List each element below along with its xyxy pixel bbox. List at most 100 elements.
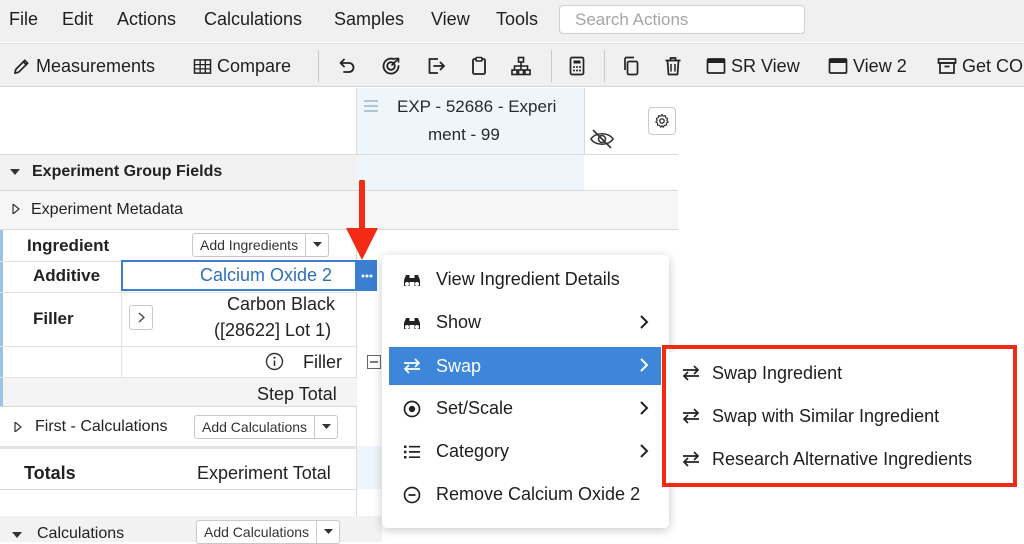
calculations-label: Calculations <box>37 525 125 542</box>
measurements-label: Measurements <box>36 55 156 76</box>
search-input[interactable] <box>560 6 804 33</box>
expand-filler-button[interactable] <box>129 305 153 330</box>
clipboard-icon[interactable] <box>468 55 490 77</box>
add-calculations-dropdown-2[interactable] <box>317 521 339 543</box>
swap-submenu: Swap Ingredient Swap with Similar Ingred… <box>668 352 1011 482</box>
add-calculations-split-button-2: Add Calculations <box>196 520 341 544</box>
drag-handle-icon[interactable] <box>364 99 378 112</box>
add-ingredients-split-button: Add Ingredients <box>192 233 330 257</box>
ingredient-label: Ingredient <box>27 236 110 255</box>
menu-file[interactable]: File <box>9 9 38 30</box>
table-icon <box>193 58 212 74</box>
totals-label: Totals <box>24 463 76 483</box>
row-divider <box>0 489 357 490</box>
chevron-right-icon <box>640 315 649 329</box>
context-menu: View Ingredient Details Show Swap Set/Sc… <box>382 255 669 528</box>
menu-bar: File Edit Actions Calculations Samples V… <box>0 0 1024 42</box>
calculator-icon[interactable] <box>566 55 588 77</box>
experiment-metadata-label: Experiment Metadata <box>31 201 184 218</box>
additive-label: Additive <box>33 266 101 285</box>
chevron-right-icon <box>138 312 145 323</box>
info-icon[interactable] <box>265 352 284 371</box>
pencil-icon <box>13 58 29 74</box>
submenu-item-research-alternatives[interactable]: Research Alternative Ingredients <box>682 444 972 474</box>
filler-value-line1: Carbon Black <box>227 294 336 314</box>
menu-edit[interactable]: Edit <box>62 9 93 30</box>
search-box <box>559 5 805 34</box>
row-divider <box>0 292 357 293</box>
menu-actions[interactable]: Actions <box>117 9 176 30</box>
sr-view-button[interactable]: SR View <box>706 53 800 79</box>
menu-view[interactable]: View <box>431 9 470 30</box>
totals-cell <box>357 446 381 489</box>
totals-divider <box>0 446 357 449</box>
measurements-button[interactable]: Measurements <box>12 53 155 79</box>
menu-item-remove[interactable]: Remove Calcium Oxide 2 <box>389 476 661 513</box>
export-icon[interactable] <box>425 55 447 77</box>
window-icon <box>706 58 726 74</box>
archive-icon <box>937 58 957 74</box>
add-ingredients-button[interactable]: Add Ingredients <box>193 234 307 256</box>
window-icon <box>828 58 848 74</box>
column-divider <box>584 88 585 154</box>
menu-tools[interactable]: Tools <box>496 9 538 30</box>
submenu-item-swap-similar[interactable]: Swap with Similar Ingredient <box>682 401 939 431</box>
caret-down-icon[interactable] <box>10 168 20 176</box>
compare-label: Compare <box>217 55 292 76</box>
ellipsis-icon <box>361 274 372 277</box>
menu-item-show[interactable]: Show <box>389 304 661 341</box>
get-co-label: Get CO <box>962 55 1024 76</box>
compare-button[interactable]: Compare <box>193 53 291 79</box>
cell-actions-button[interactable] <box>356 260 377 291</box>
row-divider <box>0 229 678 230</box>
caret-down-icon <box>312 242 322 247</box>
caret-right-icon[interactable] <box>12 204 20 214</box>
view2-button[interactable]: View 2 <box>828 53 907 79</box>
toolbar-divider <box>604 50 605 82</box>
add-calculations-dropdown[interactable] <box>315 416 337 438</box>
group-row-cell <box>357 155 584 190</box>
hierarchy-icon[interactable] <box>510 55 532 77</box>
menu-samples[interactable]: Samples <box>334 9 404 30</box>
caret-down-icon <box>323 529 333 534</box>
target-refresh-icon[interactable] <box>380 55 402 77</box>
get-co-button[interactable]: Get CO <box>937 53 1023 79</box>
submenu-item-swap-ingredient[interactable]: Swap Ingredient <box>682 358 842 388</box>
swap-icon <box>682 408 700 424</box>
filler-type-label: Filler <box>303 352 342 372</box>
row-divider <box>0 346 357 347</box>
experiment-group-fields-label: Experiment Group Fields <box>32 163 223 180</box>
collapse-icon[interactable] <box>367 355 381 369</box>
toolbar: Measurements Compare SR View View 2 Get … <box>0 43 1024 87</box>
experiment-total-label: Experiment Total <box>197 463 331 483</box>
caret-down-icon[interactable] <box>12 531 22 539</box>
menu-item-swap[interactable]: Swap <box>389 347 661 385</box>
step-total-label: Step Total <box>257 384 337 404</box>
add-calculations-button-2[interactable]: Add Calculations <box>197 521 318 543</box>
menu-item-view-ingredient-details[interactable]: View Ingredient Details <box>389 261 661 298</box>
caret-down-icon <box>321 424 331 429</box>
filler-value-line2: ([28622] Lot 1) <box>214 320 332 340</box>
copy-icon[interactable] <box>620 55 642 77</box>
add-ingredients-dropdown[interactable] <box>306 234 328 256</box>
menu-item-set-scale[interactable]: Set/Scale <box>389 390 661 427</box>
toolbar-divider <box>551 50 552 82</box>
add-calculations-button[interactable]: Add Calculations <box>195 416 316 438</box>
binoculars-icon <box>404 274 420 286</box>
view2-label: View 2 <box>853 55 907 76</box>
eye-hidden-icon[interactable] <box>589 128 615 150</box>
toolbar-divider <box>318 50 319 82</box>
additive-value: Calcium Oxide 2 <box>200 265 333 285</box>
trash-icon[interactable] <box>662 55 684 77</box>
undo-icon[interactable] <box>335 55 357 77</box>
row-divider <box>0 406 357 407</box>
caret-right-icon[interactable] <box>14 422 22 432</box>
sr-view-label: SR View <box>731 55 800 76</box>
column-title-line1: EXP - 52686 - Experi <box>397 97 557 116</box>
menu-calculations[interactable]: Calculations <box>204 9 302 30</box>
column-settings-button[interactable] <box>648 107 676 135</box>
add-calculations-split-button: Add Calculations <box>194 415 339 439</box>
menu-item-category[interactable]: Category <box>389 433 661 470</box>
chevron-right-icon <box>640 444 649 458</box>
swap-icon <box>403 358 421 374</box>
